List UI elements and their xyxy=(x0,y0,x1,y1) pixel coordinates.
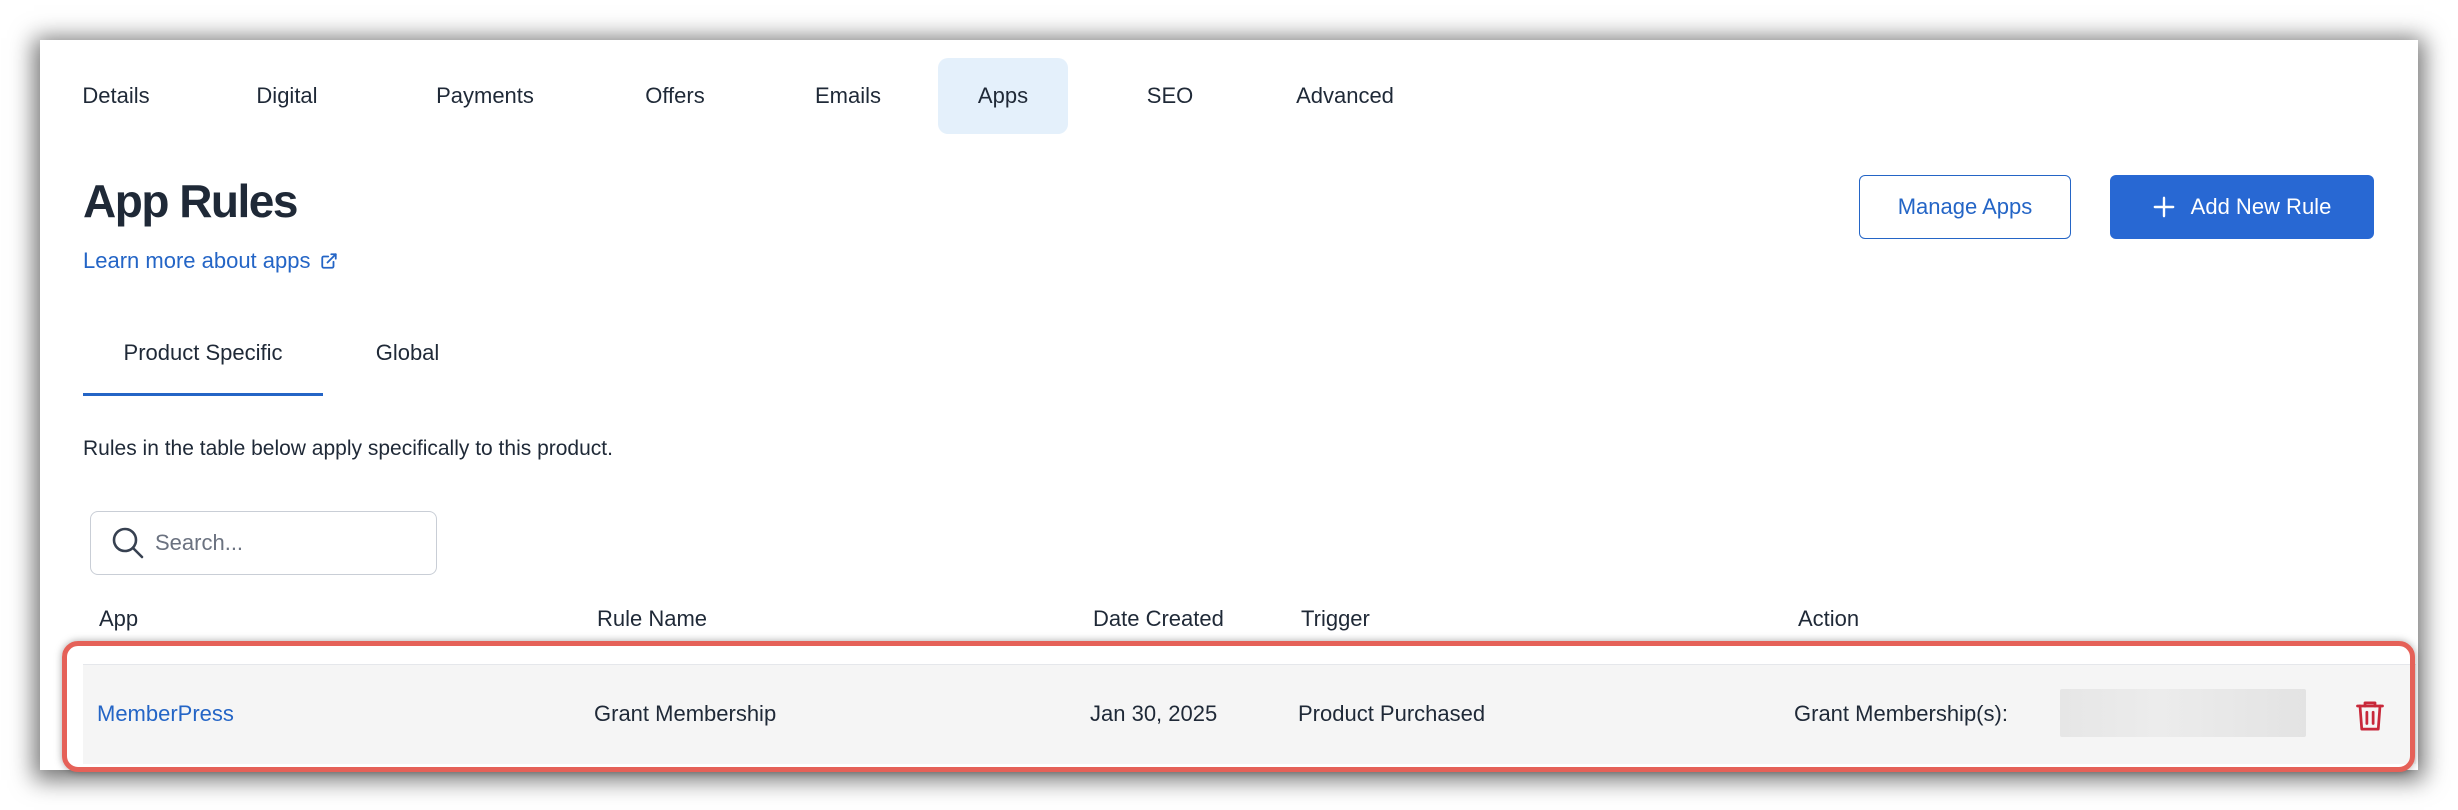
learn-more-link[interactable]: Learn more about apps xyxy=(83,248,338,274)
row-app-link[interactable]: MemberPress xyxy=(97,701,234,727)
table-row: MemberPress Grant Membership Jan 30, 202… xyxy=(83,664,2416,764)
column-header-action[interactable]: Action xyxy=(1798,606,1859,632)
row-rule-name: Grant Membership xyxy=(594,701,777,726)
add-new-rule-button[interactable]: Add New Rule xyxy=(2110,175,2374,239)
row-trigger: Product Purchased xyxy=(1298,701,1486,726)
search-box[interactable] xyxy=(90,511,437,575)
search-icon xyxy=(112,527,144,559)
tab-offers[interactable]: Offers xyxy=(620,58,730,134)
product-top-nav: Details Digital Payments Offers Emails A… xyxy=(40,58,2418,134)
external-link-icon xyxy=(320,253,337,269)
column-header-trigger[interactable]: Trigger xyxy=(1301,606,1370,632)
tab-emails[interactable]: Emails xyxy=(788,58,908,134)
column-header-date-created[interactable]: Date Created xyxy=(1093,606,1224,632)
trash-icon[interactable] xyxy=(2355,699,2385,733)
subtab-global[interactable]: Global xyxy=(350,340,465,396)
tab-apps[interactable]: Apps xyxy=(938,58,1068,134)
app-rules-panel: Details Digital Payments Offers Emails A… xyxy=(40,40,2418,772)
redacted-membership-value xyxy=(2060,689,2306,737)
add-new-rule-label: Add New Rule xyxy=(2190,194,2332,219)
page-title: App Rules xyxy=(83,175,298,227)
column-header-app[interactable]: App xyxy=(99,606,138,632)
tab-payments[interactable]: Payments xyxy=(410,58,560,134)
tab-digital[interactable]: Digital xyxy=(227,58,347,134)
manage-apps-button[interactable]: Manage Apps xyxy=(1859,175,2071,239)
row-action: Grant Membership(s): xyxy=(1794,701,2008,726)
column-header-rule-name[interactable]: Rule Name xyxy=(597,606,707,632)
row-date-created: Jan 30, 2025 xyxy=(1090,701,1218,726)
tab-seo[interactable]: SEO xyxy=(1120,58,1220,134)
subtab-product-specific[interactable]: Product Specific xyxy=(83,340,323,396)
tab-details[interactable]: Details xyxy=(59,58,173,134)
rules-description: Rules in the table below apply specifica… xyxy=(83,437,613,460)
tab-advanced[interactable]: Advanced xyxy=(1270,58,1420,134)
plus-icon xyxy=(2153,196,2175,218)
search-input[interactable] xyxy=(155,530,415,556)
learn-more-label: Learn more about apps xyxy=(83,248,311,273)
